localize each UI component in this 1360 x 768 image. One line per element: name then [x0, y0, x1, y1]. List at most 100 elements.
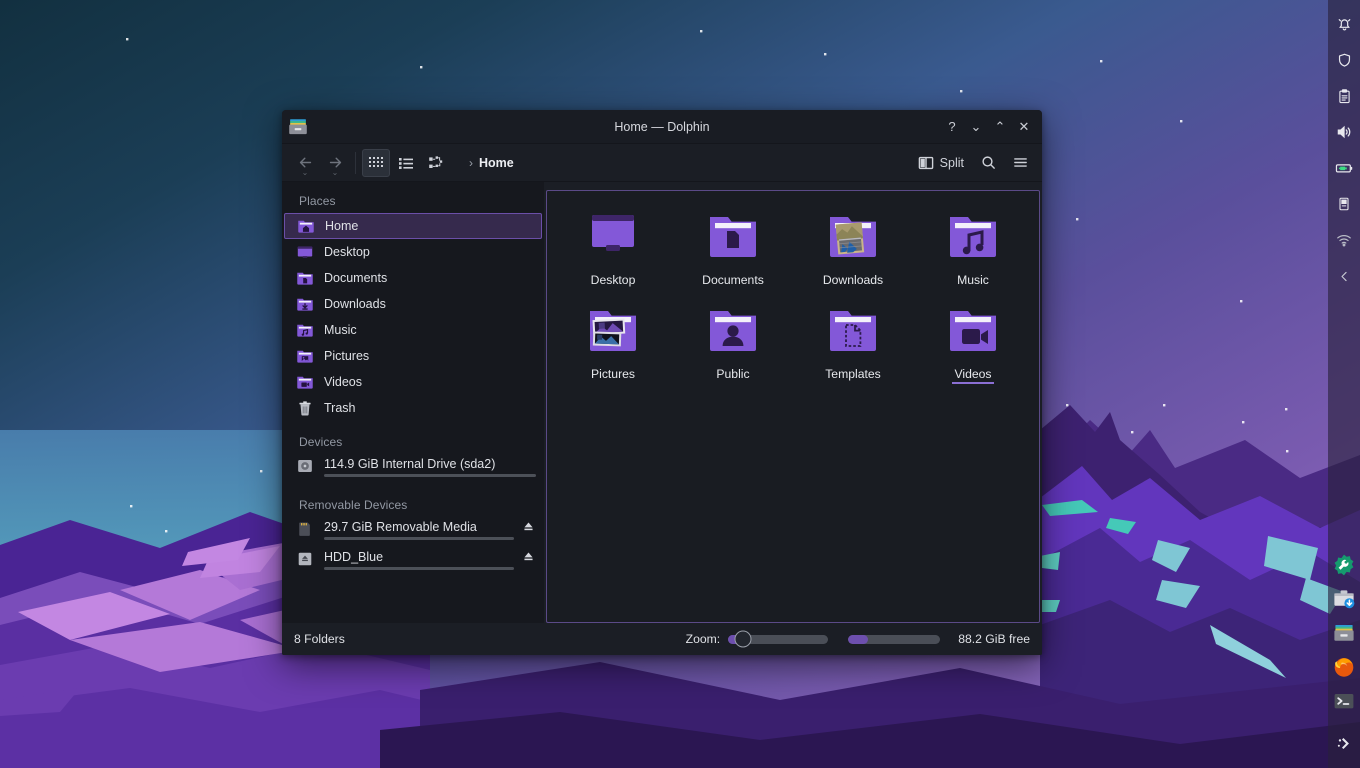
- toolbar-divider: [355, 151, 356, 174]
- sidebar-item-internal-drive[interactable]: 114.9 GiB Internal Drive (sda2): [282, 454, 544, 484]
- sidebar-item-label: 29.7 GiB Removable Media: [324, 520, 477, 534]
- clipboard-icon[interactable]: [1328, 78, 1360, 114]
- sidebar-heading-places: Places: [299, 194, 336, 208]
- file-view[interactable]: Desktop Documents Downloads Music Pictur…: [546, 190, 1040, 623]
- notifications-bell-icon[interactable]: [1328, 6, 1360, 42]
- icons-view-button[interactable]: [362, 148, 390, 177]
- sidebar-item-label: Downloads: [324, 297, 386, 311]
- free-space-bar: [848, 634, 941, 644]
- compact-view-button[interactable]: [392, 149, 420, 177]
- sidebar-item-label: Videos: [324, 375, 362, 389]
- eject-icon[interactable]: [520, 519, 536, 533]
- breadcrumb[interactable]: › Home: [469, 156, 514, 170]
- folder-documents-icon: [295, 268, 315, 288]
- sidebar-heading-devices: Devices: [299, 435, 343, 449]
- capacity-bar: [324, 537, 514, 540]
- file-item-music[interactable]: Music: [913, 205, 1033, 287]
- file-grid: Desktop Documents Downloads Music Pictur…: [553, 205, 1033, 384]
- folder-home-icon: [296, 216, 316, 236]
- folder-desktop-icon: [295, 242, 315, 262]
- system-tray: [1328, 0, 1360, 768]
- file-item-label: Desktop: [590, 273, 636, 287]
- sidebar-item-desktop[interactable]: Desktop: [282, 239, 544, 265]
- minimize-button[interactable]: ⌄: [964, 115, 988, 139]
- folder-downloads-icon: [295, 294, 315, 314]
- capacity-bar: [324, 474, 536, 477]
- terminal-icon[interactable]: [1329, 686, 1359, 716]
- help-button[interactable]: ?: [940, 115, 964, 139]
- file-item-pictures[interactable]: Pictures: [553, 299, 673, 384]
- file-item-videos[interactable]: Videos: [913, 299, 1033, 384]
- zoom-label: Zoom:: [685, 632, 721, 646]
- folder-downloads-icon: [821, 209, 885, 265]
- sidebar-item-documents[interactable]: Documents: [282, 265, 544, 291]
- sidebar-item-removable-media[interactable]: 29.7 GiB Removable Media: [282, 517, 544, 547]
- sidebar-item-label: Documents: [324, 271, 388, 285]
- dolphin-window: Home — Dolphin ? ⌄ ⌃ ✕ ⌄ ⌄ › Home Split …: [282, 110, 1042, 655]
- dolphin-file-manager-icon: [287, 116, 309, 138]
- file-item-downloads[interactable]: Downloads: [793, 205, 913, 287]
- sidebar-item-label: 114.9 GiB Internal Drive (sda2): [324, 457, 496, 471]
- window-body: Places Home Desktop Documents Downloads …: [282, 182, 1042, 623]
- sidebar-item-music[interactable]: Music: [282, 317, 544, 343]
- file-item-label: Public: [716, 367, 750, 381]
- trash-icon: [295, 398, 315, 418]
- folder-music-icon: [295, 320, 315, 340]
- sidebar-item-downloads[interactable]: Downloads: [282, 291, 544, 317]
- sidebar-item-videos[interactable]: Videos: [282, 369, 544, 395]
- window-title: Home — Dolphin: [614, 119, 710, 134]
- eject-icon[interactable]: [520, 549, 536, 563]
- free-space-fill: [848, 634, 869, 644]
- show-hidden-chevron-icon[interactable]: [1328, 258, 1360, 294]
- breadcrumb-item-home[interactable]: Home: [479, 156, 514, 170]
- folder-videos-icon: [941, 303, 1005, 359]
- details-view-button[interactable]: [422, 149, 450, 177]
- sidebar-item-label: Music: [324, 323, 357, 337]
- sidebar-item-hdd-blue[interactable]: HDD_Blue: [282, 547, 544, 577]
- file-view-container: Desktop Documents Downloads Music Pictur…: [544, 182, 1042, 623]
- forward-button[interactable]: ⌄: [320, 148, 350, 178]
- file-item-templates[interactable]: Templates: [793, 299, 913, 384]
- security-shield-icon[interactable]: [1328, 42, 1360, 78]
- sidebar-item-pictures[interactable]: Pictures: [282, 343, 544, 369]
- file-item-label: Templates: [825, 367, 881, 381]
- file-item-desktop[interactable]: Desktop: [553, 205, 673, 287]
- file-item-label: Documents: [702, 273, 764, 287]
- hamburger-menu-icon[interactable]: [1006, 149, 1034, 177]
- folder-templates-icon: [821, 303, 885, 359]
- chevron-down-icon: ⌄: [301, 167, 309, 177]
- folder-pictures-icon: [581, 303, 645, 359]
- software-updates-icon[interactable]: [1329, 584, 1359, 614]
- volume-speaker-icon[interactable]: [1328, 114, 1360, 150]
- folder-pictures-icon: [295, 346, 315, 366]
- file-item-public[interactable]: Public: [673, 299, 793, 384]
- main-toolbar: ⌄ ⌄ › Home Split: [282, 144, 1042, 182]
- usb-drive-icon[interactable]: [1328, 186, 1360, 222]
- sidebar-item-home[interactable]: Home: [284, 213, 542, 239]
- zoom-slider-handle[interactable]: [734, 630, 752, 648]
- status-bar: 8 Folders Zoom: 88.2 GiB free: [282, 623, 1042, 655]
- places-sidebar: Places Home Desktop Documents Downloads …: [282, 182, 544, 623]
- sidebar-item-label: Trash: [324, 401, 356, 415]
- system-settings-icon[interactable]: [1329, 550, 1359, 580]
- folder-videos-icon: [295, 372, 315, 392]
- sidebar-heading-removable: Removable Devices: [299, 498, 408, 512]
- back-button[interactable]: ⌄: [290, 148, 320, 178]
- cursor-icon[interactable]: [1329, 728, 1359, 758]
- zoom-slider[interactable]: [728, 630, 829, 648]
- network-wifi-icon[interactable]: [1328, 222, 1360, 258]
- battery-charging-icon[interactable]: [1328, 150, 1360, 186]
- split-view-button[interactable]: Split: [912, 152, 970, 174]
- search-icon[interactable]: [974, 149, 1002, 177]
- file-item-label: Downloads: [822, 273, 884, 287]
- firefox-browser-icon[interactable]: [1329, 652, 1359, 682]
- close-button[interactable]: ✕: [1012, 115, 1036, 139]
- file-item-documents[interactable]: Documents: [673, 205, 793, 287]
- hard-disk-icon: [295, 456, 315, 476]
- dolphin-file-manager-icon[interactable]: [1329, 618, 1359, 648]
- folder-public-icon: [701, 303, 765, 359]
- window-titlebar[interactable]: Home — Dolphin ? ⌄ ⌃ ✕: [282, 110, 1042, 144]
- maximize-button[interactable]: ⌃: [988, 115, 1012, 139]
- split-label: Split: [939, 155, 964, 170]
- sidebar-item-trash[interactable]: Trash: [282, 395, 544, 421]
